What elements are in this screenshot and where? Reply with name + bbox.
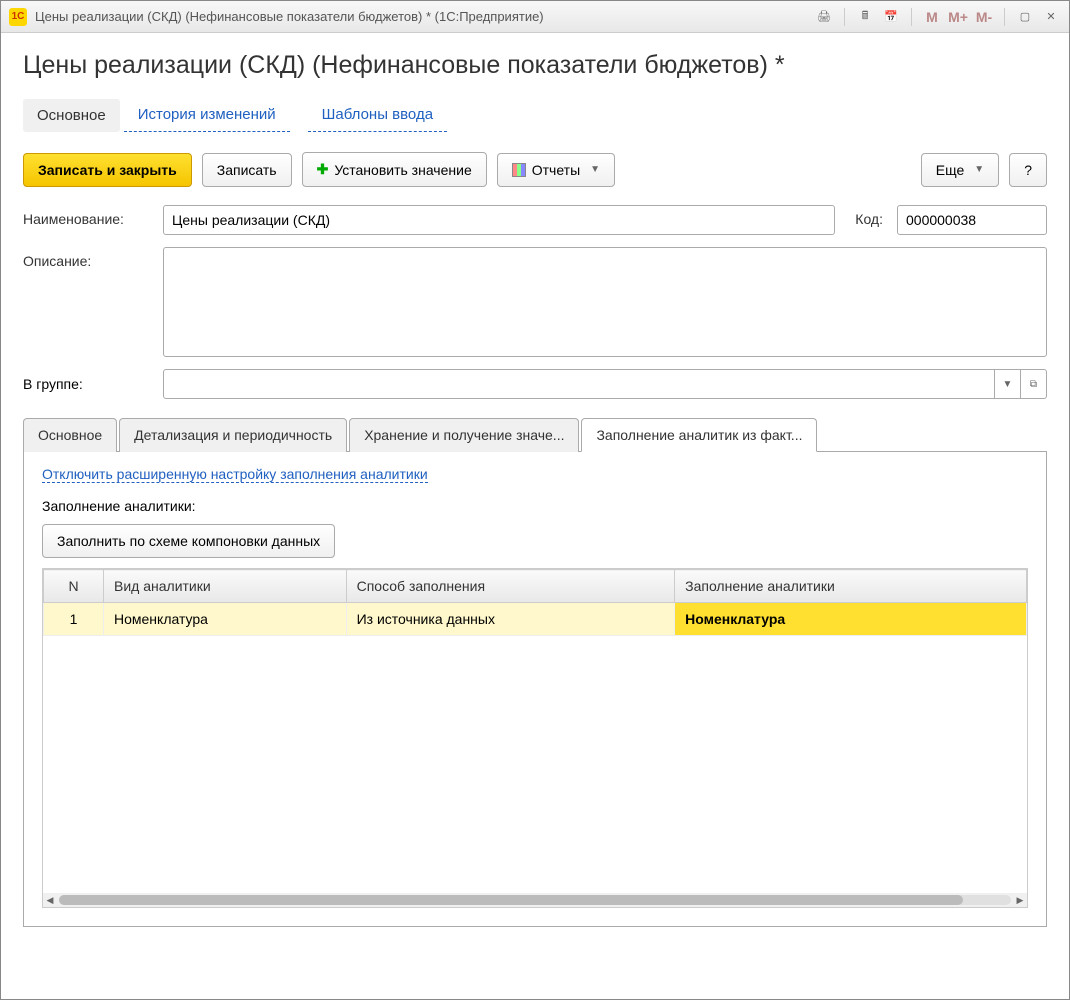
name-label: Наименование:	[23, 205, 153, 227]
m-plus-button[interactable]: M+	[948, 7, 968, 27]
table-row[interactable]: 1 Номенклатура Из источника данных Номен…	[44, 603, 1027, 636]
nav-history[interactable]: История изменений	[124, 98, 290, 132]
desc-input[interactable]	[163, 247, 1047, 357]
scroll-left-icon[interactable]: ◀	[43, 893, 57, 907]
reports-icon	[512, 163, 526, 177]
col-method[interactable]: Способ заполнения	[346, 570, 675, 603]
calendar-icon[interactable]: 📅	[881, 7, 901, 27]
cell-kind[interactable]: Номенклатура	[104, 603, 347, 636]
analytics-fill-label: Заполнение аналитики:	[42, 498, 1028, 514]
tab-detail[interactable]: Детализация и периодичность	[119, 418, 347, 452]
nav-main[interactable]: Основное	[23, 99, 120, 132]
group-dropdown-button[interactable]: ▼	[994, 370, 1020, 398]
tab-fill-analytics[interactable]: Заполнение аналитик из факт...	[581, 418, 817, 452]
col-kind[interactable]: Вид аналитики	[104, 570, 347, 603]
group-select-value[interactable]	[164, 370, 994, 398]
save-button[interactable]: Записать	[202, 153, 292, 187]
code-input[interactable]	[897, 205, 1047, 235]
set-value-label: Установить значение	[334, 162, 471, 178]
scrollbar-track[interactable]	[59, 895, 1011, 905]
set-value-button[interactable]: ✚ Установить значение	[302, 152, 487, 187]
tab-main[interactable]: Основное	[23, 418, 117, 452]
tab-storage[interactable]: Хранение и получение значе...	[349, 418, 579, 452]
page-title: Цены реализации (СКД) (Нефинансовые пока…	[23, 51, 1047, 80]
maximize-icon[interactable]: ▢	[1015, 7, 1035, 27]
close-icon[interactable]: ✕	[1041, 7, 1061, 27]
calculator-icon[interactable]: 🖩	[855, 7, 875, 27]
m-minus-button[interactable]: M-	[974, 7, 994, 27]
group-label: В группе:	[23, 376, 153, 392]
cell-fill[interactable]: Номенклатура	[675, 603, 1027, 636]
chevron-down-icon: ▼	[590, 164, 600, 175]
reports-button[interactable]: Отчеты ▼	[497, 153, 615, 187]
window-title: Цены реализации (СКД) (Нефинансовые пока…	[35, 9, 814, 24]
print-icon[interactable]: 🖨	[814, 7, 834, 27]
help-button[interactable]: ?	[1009, 153, 1047, 187]
desc-label: Описание:	[23, 247, 153, 269]
chevron-down-icon: ▼	[974, 164, 984, 175]
reports-label: Отчеты	[532, 162, 580, 178]
save-close-button[interactable]: Записать и закрыть	[23, 153, 192, 187]
col-fill[interactable]: Заполнение аналитики	[675, 570, 1027, 603]
fill-by-scheme-button[interactable]: Заполнить по схеме компоновки данных	[42, 524, 335, 558]
scroll-right-icon[interactable]: ▶	[1013, 893, 1027, 907]
cell-method[interactable]: Из источника данных	[346, 603, 675, 636]
group-open-button[interactable]: ⧉	[1020, 370, 1046, 398]
app-icon: 1C	[9, 8, 27, 26]
nav-templates[interactable]: Шаблоны ввода	[308, 98, 447, 132]
scrollbar-thumb[interactable]	[59, 895, 963, 905]
more-label: Еще	[936, 162, 965, 178]
code-label: Код:	[845, 205, 887, 227]
cell-n[interactable]: 1	[44, 603, 104, 636]
name-input[interactable]	[163, 205, 835, 235]
disable-advanced-link[interactable]: Отключить расширенную настройку заполнен…	[42, 466, 428, 483]
col-n[interactable]: N	[44, 570, 104, 603]
plus-icon: ✚	[317, 161, 329, 178]
more-button[interactable]: Еще ▼	[921, 153, 999, 187]
m-button[interactable]: M	[922, 7, 942, 27]
